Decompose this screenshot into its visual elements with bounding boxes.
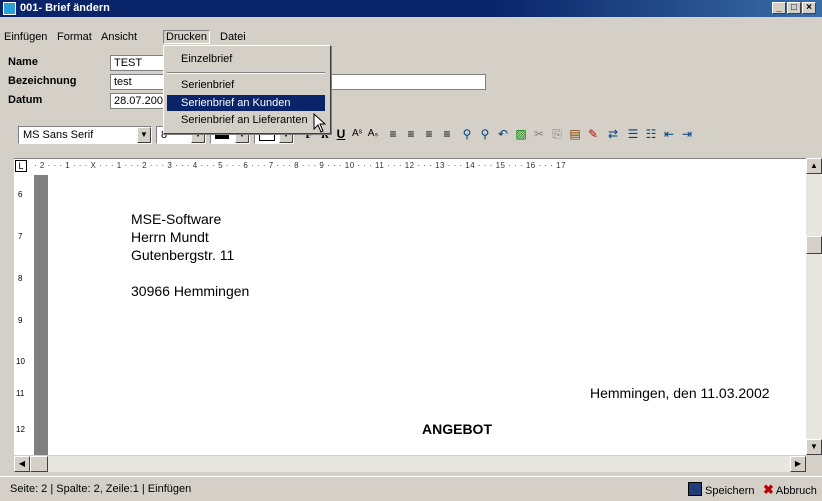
- scroll-left-icon[interactable]: ◀: [14, 456, 30, 472]
- address-line: MSE-Software: [131, 211, 222, 227]
- scroll-right-icon[interactable]: ▶: [790, 456, 806, 472]
- underline-icon[interactable]: U: [334, 127, 348, 141]
- scroll-up-icon[interactable]: ▲: [806, 158, 822, 174]
- menu-einfuegen[interactable]: Einfügen: [4, 31, 47, 43]
- minimize-button[interactable]: _: [772, 2, 786, 14]
- vruler-mark: 11: [16, 389, 25, 398]
- superscript-icon[interactable]: Aˢ: [350, 127, 364, 141]
- menu-item-einzelbrief[interactable]: Einzelbrief: [167, 51, 325, 67]
- bezeichnung-label: Bezeichnung: [8, 75, 77, 87]
- datum-label: Datum: [8, 94, 43, 106]
- mouse-cursor-icon: [313, 113, 327, 133]
- font-select[interactable]: MS Sans Serif ▼: [18, 126, 152, 144]
- horizontal-ruler: L · 2 · · · 1 · · · X · · · 1 · · · 2 · …: [14, 158, 820, 175]
- vruler-mark: 10: [16, 357, 25, 366]
- chevron-down-icon: ▼: [137, 127, 151, 143]
- tab-stop-icon[interactable]: L: [15, 160, 27, 172]
- cancel-icon: ✖: [763, 482, 774, 497]
- menu-format[interactable]: Format: [57, 31, 92, 43]
- justify-icon[interactable]: ≡: [440, 127, 454, 141]
- undo-icon[interactable]: ↶: [496, 127, 510, 141]
- menu-item-serienbrief-kunden[interactable]: Serienbrief an Kunden: [167, 95, 325, 111]
- address-line: Gutenbergstr. 11: [131, 247, 235, 263]
- maximize-button[interactable]: □: [787, 2, 801, 14]
- pen-icon[interactable]: ✎: [586, 127, 600, 141]
- cut-icon[interactable]: ✂: [532, 127, 546, 141]
- vertical-ruler: 6 7 8 9 10 11 12: [14, 175, 35, 455]
- address-line: Herrn Mundt: [131, 229, 209, 245]
- save-icon: [688, 482, 702, 496]
- vruler-mark: 8: [18, 274, 23, 283]
- window-title: 001- Brief ändern: [20, 2, 110, 14]
- vruler-mark: 6: [18, 190, 23, 199]
- vruler-mark: 7: [18, 232, 23, 241]
- vruler-mark: 9: [18, 316, 23, 325]
- status-bar: Seite: 2 | Spalte: 2, Zeile:1 | Einfügen…: [0, 476, 822, 501]
- font-value: MS Sans Serif: [23, 129, 94, 141]
- cancel-label: Abbruch: [775, 485, 817, 497]
- copy-icon[interactable]: ⎘: [550, 127, 564, 141]
- menu-drucken[interactable]: Drucken: [163, 30, 210, 44]
- ruler-scale: · 2 · · · 1 · · · X · · · 1 · · · 2 · · …: [34, 161, 804, 173]
- scroll-thumb[interactable]: [806, 236, 822, 254]
- zoom-out-icon[interactable]: ⚲: [478, 127, 492, 141]
- menu-item-serienbrief-lieferanten[interactable]: Serienbrief an Lieferanten: [167, 112, 325, 128]
- indent-increase-icon[interactable]: ⇥: [680, 127, 694, 141]
- numbering-icon[interactable]: ☷: [644, 127, 658, 141]
- save-button[interactable]: Speichern: [688, 482, 755, 497]
- title-bar: 001- Brief ändern _ □ ×: [0, 0, 822, 17]
- highlight-icon[interactable]: ▨: [514, 127, 528, 141]
- document-heading: ANGEBOT: [422, 421, 492, 437]
- status-text: Seite: 2 | Spalte: 2, Zeile:1 | Einfügen: [10, 483, 192, 495]
- format-toolbar: MS Sans Serif ▼ 8 ▼ ▼ ▼ F K U Aˢ Aₛ ≡ ≡ …: [14, 124, 814, 146]
- date-line: Hemmingen, den 11.03.2002: [590, 385, 770, 401]
- align-right-icon[interactable]: ≡: [422, 127, 436, 141]
- vertical-scrollbar[interactable]: ▲ ▼: [806, 158, 822, 455]
- replace-icon[interactable]: ⇄: [606, 127, 620, 141]
- align-center-icon[interactable]: ≡: [404, 127, 418, 141]
- align-left-icon[interactable]: ≡: [386, 127, 400, 141]
- paste-icon[interactable]: ▤: [568, 127, 582, 141]
- scroll-down-icon[interactable]: ▼: [806, 439, 822, 455]
- document-page[interactable]: MSE-Software Herrn Mundt Gutenbergstr. 1…: [48, 175, 807, 455]
- zoom-in-icon[interactable]: ⚲: [460, 127, 474, 141]
- drucken-dropdown: Einzelbrief Serienbrief Serienbrief an K…: [163, 45, 331, 134]
- menu-datei[interactable]: Datei: [220, 31, 246, 43]
- app-icon: [3, 2, 16, 15]
- bullets-icon[interactable]: ☰: [626, 127, 640, 141]
- close-button[interactable]: ×: [802, 2, 816, 14]
- hscroll-thumb[interactable]: [30, 456, 48, 472]
- indent-decrease-icon[interactable]: ⇤: [662, 127, 676, 141]
- datum-field[interactable]: 28.07.200: [110, 93, 170, 109]
- menu-item-serienbrief[interactable]: Serienbrief: [167, 77, 325, 93]
- subscript-icon[interactable]: Aₛ: [366, 127, 380, 141]
- cancel-button[interactable]: ✖ Abbruch: [763, 482, 817, 498]
- address-city: 30966 Hemmingen: [131, 283, 250, 299]
- vruler-mark: 12: [16, 425, 25, 434]
- menu-separator: [167, 72, 325, 74]
- menu-bar: Einfügen Format Ansicht Drucken Datei: [0, 17, 822, 47]
- name-label: Name: [8, 56, 38, 68]
- name-field[interactable]: TEST: [110, 55, 170, 71]
- horizontal-scrollbar[interactable]: ◀ ▶: [14, 456, 806, 472]
- menu-ansicht[interactable]: Ansicht: [101, 31, 137, 43]
- save-label: Speichern: [705, 485, 755, 497]
